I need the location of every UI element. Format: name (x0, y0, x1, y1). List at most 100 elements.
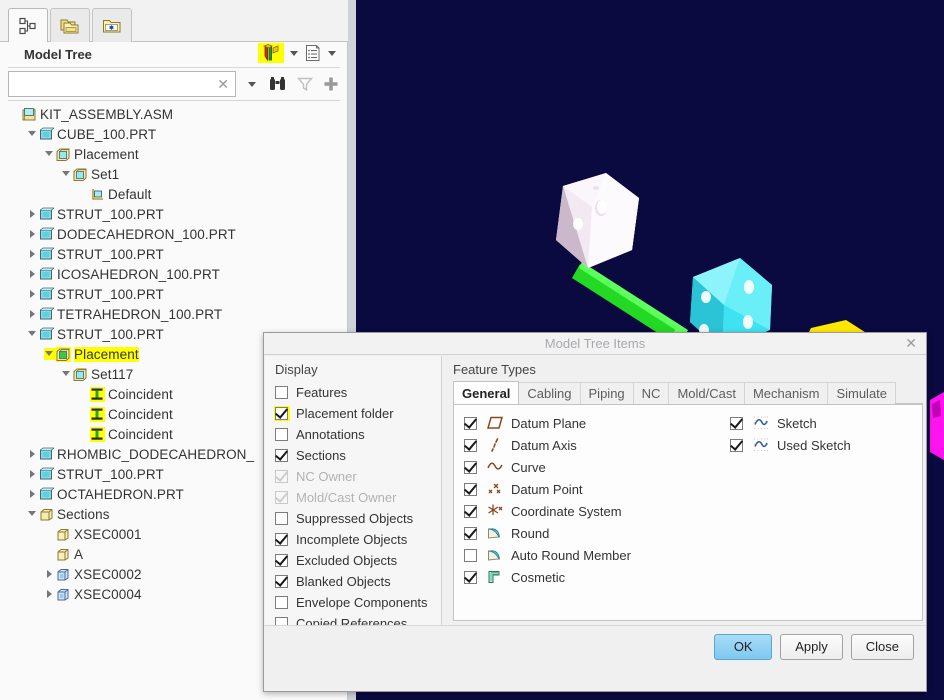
tree-toggle-closed-icon[interactable] (27, 448, 39, 460)
tab-mechanism[interactable]: Mechanism (743, 382, 829, 404)
tree-node[interactable]: Set1 (8, 164, 340, 184)
tab-mold-cast[interactable]: Mold/Cast (668, 382, 745, 404)
checkbox[interactable] (464, 460, 477, 474)
tree-toggle-closed-icon[interactable] (27, 248, 39, 260)
feature-types-left-column[interactable]: Datum Plane Datum Axis Curve Datum Point Coo… (464, 412, 631, 588)
checkbox[interactable] (275, 575, 288, 588)
add-plus-icon[interactable] (322, 75, 340, 93)
checkbox[interactable] (275, 596, 288, 609)
tree-node[interactable]: CUBE_100.PRT (8, 124, 340, 144)
display-option-row[interactable]: Excluded Objects (275, 550, 441, 571)
tab-simulate[interactable]: Simulate (827, 382, 897, 404)
settings-tools-icon[interactable] (260, 44, 282, 62)
tree-toggle-open-icon[interactable] (61, 168, 73, 180)
tree-node[interactable]: Default (8, 184, 340, 204)
tree-toggle-open-icon[interactable] (27, 128, 39, 140)
display-options-list[interactable]: Features Placement folder Annotations Secti… (274, 382, 441, 634)
tree-toggle-open-icon[interactable] (44, 348, 56, 360)
feature-type-row[interactable]: Datum Point (464, 478, 631, 500)
tree-toggle-closed-icon[interactable] (27, 468, 39, 480)
display-option-row[interactable]: Annotations (275, 424, 441, 445)
tree-toggle-closed-icon[interactable] (44, 568, 56, 580)
tab-nc[interactable]: NC (632, 382, 670, 404)
ok-button[interactable]: OK (714, 633, 773, 660)
tree-node[interactable]: ICOSAHEDRON_100.PRT (8, 264, 340, 284)
feature-types-tabs[interactable]: General Cabling Piping NC Mold/Cast Mechanism… (453, 381, 923, 405)
tree-node[interactable]: STRUT_100.PRT (8, 244, 340, 264)
apply-button[interactable]: Apply (780, 633, 843, 660)
feature-type-row[interactable]: Datum Axis (464, 434, 631, 456)
checkbox[interactable] (730, 416, 743, 430)
checkbox[interactable] (464, 438, 477, 452)
tree-toggle-open-icon[interactable] (27, 328, 39, 340)
tree-toggle-closed-icon[interactable] (27, 228, 39, 240)
checkbox[interactable] (464, 548, 477, 562)
tree-toggle-closed-icon[interactable] (27, 488, 39, 500)
display-option-row[interactable]: Sections (275, 445, 441, 466)
feature-type-row[interactable]: Curve (464, 456, 631, 478)
checkbox[interactable] (464, 482, 477, 496)
checkbox[interactable] (464, 504, 477, 518)
tree-node-label: XSEC0001 (74, 526, 142, 542)
search-field-wrapper[interactable]: ✕ (8, 71, 236, 97)
display-option-row[interactable]: Features (275, 382, 441, 403)
tree-toggle-closed-icon[interactable] (44, 588, 56, 600)
checkbox[interactable] (275, 512, 288, 525)
tree-node[interactable]: KIT_ASSEMBLY.ASM (8, 104, 340, 124)
search-dropdown-caret[interactable] (248, 81, 256, 87)
display-option-row[interactable]: Blanked Objects (275, 571, 441, 592)
find-binoculars-icon[interactable] (268, 75, 288, 93)
checkbox[interactable] (464, 570, 477, 584)
checkbox[interactable] (275, 533, 288, 546)
tree-node[interactable]: TETRAHEDRON_100.PRT (8, 304, 340, 324)
feature-type-row[interactable]: Auto Round Member (464, 544, 631, 566)
display-option-row[interactable]: Suppressed Objects (275, 508, 441, 529)
tree-toggle-open-icon[interactable] (27, 508, 39, 520)
tab-folder-browser[interactable] (50, 8, 90, 42)
tab-favorites[interactable] (92, 8, 132, 42)
close-icon[interactable]: ✕ (905, 336, 917, 351)
tree-toggle-closed-icon[interactable] (27, 268, 39, 280)
feature-types-right-column[interactable]: Sketch Used Sketch (730, 412, 851, 456)
tree-node[interactable]: DODECAHEDRON_100.PRT (8, 224, 340, 244)
tree-columns-icon[interactable] (304, 44, 322, 62)
dialog-title-bar[interactable]: Model Tree Items ✕ (264, 333, 926, 355)
checkbox[interactable] (275, 554, 288, 567)
tree-toggle-closed-icon[interactable] (27, 208, 39, 220)
tab-model-tree[interactable] (8, 8, 48, 43)
search-input[interactable] (13, 73, 228, 95)
checkbox[interactable] (275, 386, 288, 399)
feature-type-row[interactable]: Cosmetic (464, 566, 631, 588)
tab-cabling[interactable]: Cabling (518, 382, 581, 404)
checkbox[interactable] (275, 428, 288, 441)
tree-node[interactable]: Placement (8, 144, 340, 164)
tree-node[interactable]: STRUT_100.PRT (8, 284, 340, 304)
tree-toggle-closed-icon[interactable] (27, 308, 39, 320)
checkbox[interactable] (275, 449, 288, 462)
tree-toggle-closed-icon[interactable] (27, 288, 39, 300)
checkbox[interactable] (464, 416, 477, 430)
checkbox[interactable] (275, 407, 288, 420)
feature-type-row[interactable]: Round (464, 522, 631, 544)
close-button[interactable]: Close (850, 633, 914, 660)
part-icon (39, 307, 54, 322)
display-option-row[interactable]: Placement folder (274, 403, 441, 424)
tree-toggle-open-icon[interactable] (44, 148, 56, 160)
feature-type-row[interactable]: Used Sketch (730, 434, 851, 456)
columns-dropdown-caret[interactable] (328, 50, 336, 56)
feature-type-row[interactable]: Sketch (730, 412, 851, 434)
clear-search-icon[interactable]: ✕ (217, 76, 229, 92)
display-option-row[interactable]: Incomplete Objects (275, 529, 441, 550)
settings-dropdown-caret[interactable] (290, 50, 298, 56)
tab-piping[interactable]: Piping (579, 382, 634, 404)
display-option-row[interactable]: Envelope Components (275, 592, 441, 613)
checkbox[interactable] (464, 526, 477, 540)
tree-toggle-open-icon[interactable] (61, 368, 73, 380)
filter-funnel-icon[interactable] (296, 75, 314, 93)
tab-general[interactable]: General (453, 381, 520, 404)
tree-node[interactable]: STRUT_100.PRT (8, 204, 340, 224)
feature-type-row[interactable]: Coordinate System (464, 500, 631, 522)
checkbox[interactable] (730, 438, 743, 452)
feature-type-row[interactable]: Datum Plane (464, 412, 631, 434)
